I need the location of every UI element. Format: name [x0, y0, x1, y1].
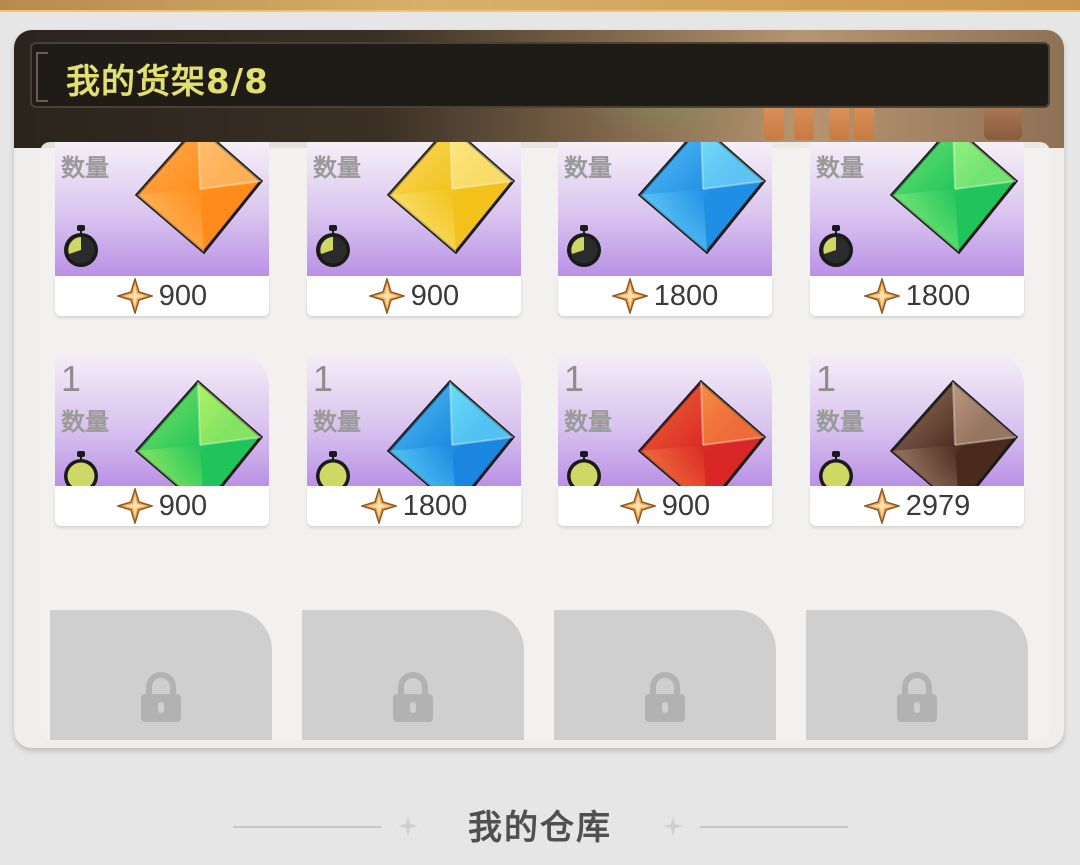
item-price-bar: 900 [55, 486, 269, 526]
title-bracket-left [36, 52, 48, 102]
stopwatch-icon [567, 225, 601, 267]
shelf-title-bar: 我的货架8/8 [30, 42, 1050, 108]
shelf-item-card[interactable]: 数量 [558, 142, 772, 318]
sparkle-icon [663, 816, 683, 836]
item-card-image-area: 1 数量 [55, 352, 269, 488]
crystal-currency-icon [116, 488, 153, 524]
crystal-currency-icon [360, 488, 397, 524]
locked-slot[interactable] [50, 610, 272, 740]
item-price-bar: 900 [55, 276, 269, 316]
item-card-image-area: 数量 [558, 142, 772, 278]
item-price: 900 [158, 489, 208, 522]
crystal-currency-icon [368, 278, 405, 314]
quantity-label: 数量 [816, 154, 864, 182]
yellow-gem-icon [386, 142, 516, 255]
green-gem-icon [134, 379, 264, 488]
stopwatch-icon [819, 451, 853, 488]
item-card-image-area: 1 数量 [307, 352, 521, 488]
item-price-bar: 1800 [810, 276, 1024, 316]
item-quantity: 1 [61, 358, 82, 399]
crystal-currency-icon [619, 488, 656, 524]
warehouse-title[interactable]: 我的仓库 [0, 800, 1080, 849]
quantity-label: 数量 [564, 408, 612, 436]
locked-slot[interactable] [302, 610, 524, 740]
quantity-label: 数量 [816, 408, 864, 436]
red-gem-icon [637, 379, 767, 488]
footer-divider-right [700, 826, 848, 828]
item-quantity: 1 [816, 358, 837, 399]
item-card-image-area: 1 数量 [558, 352, 772, 488]
item-card-image-area: 数量 [55, 142, 269, 278]
lock-icon [393, 672, 433, 722]
item-price-bar: 900 [307, 276, 521, 316]
crystal-currency-icon [116, 278, 153, 314]
item-price: 900 [661, 489, 711, 522]
quantity-label: 数量 [313, 408, 361, 436]
shelf-title: 我的货架8/8 [66, 62, 269, 102]
stopwatch-icon [316, 451, 350, 488]
item-price-bar: 1800 [558, 276, 772, 316]
item-price: 1800 [905, 279, 971, 312]
crystal-currency-icon [863, 278, 900, 314]
quantity-label: 数量 [61, 408, 109, 436]
blue-gem-icon [637, 142, 767, 255]
stopwatch-icon [567, 451, 601, 488]
stopwatch-icon [316, 225, 350, 267]
stopwatch-icon [819, 225, 853, 267]
shelf-panel: 我的货架8/8 数量 900 数量 900 数量 1800 数量 1800 1 … [14, 30, 1064, 748]
item-price-bar: 1800 [307, 486, 521, 526]
item-quantity: 1 [564, 358, 585, 399]
blue-gem-icon [386, 379, 516, 488]
lock-icon [645, 672, 685, 722]
lock-icon [141, 672, 181, 722]
shelf-item-card[interactable]: 1 数量 [307, 352, 521, 528]
shelf-item-card[interactable]: 数量 [810, 142, 1024, 318]
locked-slot[interactable] [554, 610, 776, 740]
top-banner-strip [0, 0, 1080, 12]
brown-gem-icon [889, 379, 1019, 488]
item-price: 2979 [905, 489, 971, 522]
item-card-image-area: 数量 [307, 142, 521, 278]
item-card-image-area: 数量 [810, 142, 1024, 278]
locked-slot[interactable] [806, 610, 1028, 740]
green-gem-icon [889, 142, 1019, 255]
quantity-label: 数量 [61, 154, 109, 182]
item-price-bar: 2979 [810, 486, 1024, 526]
crystal-currency-icon [611, 278, 648, 314]
stopwatch-icon [64, 225, 98, 267]
quantity-label: 数量 [313, 154, 361, 182]
quantity-label: 数量 [564, 154, 612, 182]
orange-gem-icon [134, 142, 264, 255]
item-price-bar: 900 [558, 486, 772, 526]
lock-icon [897, 672, 937, 722]
crystal-currency-icon [863, 488, 900, 524]
item-price: 1800 [653, 279, 719, 312]
item-card-image-area: 1 数量 [810, 352, 1024, 488]
item-price: 1800 [402, 489, 468, 522]
item-quantity: 1 [313, 358, 334, 399]
shelf-grid: 数量 900 数量 900 数量 1800 数量 1800 1 数量 900 1… [40, 142, 1050, 740]
shelf-item-card[interactable]: 数量 [307, 142, 521, 318]
shelf-item-card[interactable]: 1 数量 [810, 352, 1024, 528]
shelf-item-card[interactable]: 1 数量 [558, 352, 772, 528]
shelf-item-card[interactable]: 1 数量 [55, 352, 269, 528]
shelf-item-card[interactable]: 数量 [55, 142, 269, 318]
item-price: 900 [158, 279, 208, 312]
item-price: 900 [410, 279, 460, 312]
stopwatch-icon [64, 451, 98, 488]
